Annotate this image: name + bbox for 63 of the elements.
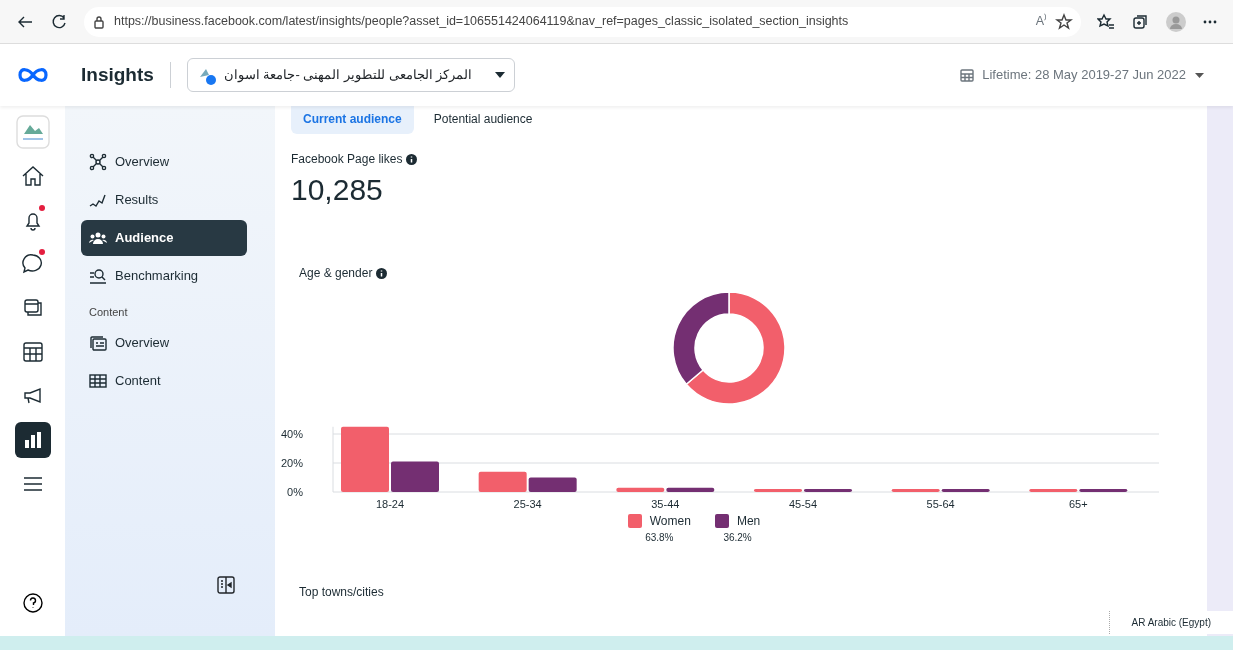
legend-label: Men (736, 513, 761, 530)
section-label: Content (88, 305, 129, 320)
help-icon (21, 591, 44, 614)
audience-tab[interactable]: Potential audience (421, 106, 545, 134)
bar (478, 471, 527, 492)
axis-label: 45-54 (788, 498, 818, 510)
star-add-icon (1055, 12, 1073, 31)
list-search-icon (89, 267, 107, 285)
more-icon (1203, 19, 1217, 24)
sidebar-item[interactable]: Audience (81, 220, 247, 256)
lock-icon (92, 14, 106, 29)
table-icon (89, 371, 107, 390)
info-icon (376, 267, 388, 279)
date-range-selector[interactable]: Lifetime: 28 May 2019-27 Jun 2022 (956, 61, 1209, 89)
info-icon (406, 153, 418, 165)
legend-share: 36.2% (723, 531, 752, 545)
bar (391, 461, 439, 492)
panel-collapse-icon (217, 575, 235, 594)
legend-share: 63.8% (645, 531, 674, 545)
axis-label: 40% (280, 428, 303, 440)
calendar-icon (960, 68, 975, 82)
bar (754, 489, 802, 492)
legend-label: Women (649, 513, 691, 530)
network-icon (89, 153, 107, 171)
sidebar-item[interactable]: Content (81, 362, 247, 399)
axis-label: 20% (280, 457, 303, 469)
sidebar-item[interactable]: Overview (81, 324, 247, 361)
read-aloud-icon[interactable]: A⁾ (1035, 12, 1047, 31)
collections-icon (1131, 12, 1149, 31)
language-tooltip: AR Arabic (Egypt) (1108, 611, 1233, 634)
cards-icon (89, 333, 107, 352)
axis-label: 65+ (1069, 498, 1088, 510)
page-selector[interactable]: المركز الجامعى للتطوير المهنى -جامعة اسوان (186, 58, 515, 92)
metric-value: 10,285 (291, 172, 384, 208)
axis-label: 0% (287, 486, 303, 498)
bar (341, 426, 389, 492)
bar-chart-button[interactable] (14, 422, 51, 458)
infinity-logo-icon (16, 66, 49, 84)
page-logo-icon (14, 114, 51, 150)
axis-label: 55-64 (926, 498, 955, 510)
notification-dot (38, 249, 45, 255)
reload-icon (50, 12, 68, 31)
bar (528, 477, 577, 492)
axis-label: 25-34 (513, 498, 542, 510)
sidebar-item[interactable]: Overview (81, 144, 247, 180)
profile-icon (1165, 10, 1187, 33)
favorites-icon (1097, 12, 1115, 31)
axis-label: 35-44 (651, 498, 680, 510)
metric-label: Facebook Page likes (291, 151, 403, 168)
notification-dot (38, 205, 45, 211)
bar (804, 489, 852, 492)
axis-label: 18-24 (375, 498, 405, 510)
sidebar-item[interactable]: Results (81, 182, 247, 218)
audience-tab[interactable]: Current audience (291, 106, 414, 134)
url-text: https://business.facebook.com/latest/insights/people?asset_id=106551424064119&nav_ref=pages_classic_isolated_section_insights (114, 13, 849, 31)
app-title: Insights (81, 62, 154, 87)
section-title: Top towns/cities (298, 584, 385, 601)
chart-title: Age & gender (299, 265, 373, 282)
caret-icon (493, 71, 506, 79)
address-bar[interactable]: https://business.facebook.com/latest/insights/people?asset_id=106551424064119&nav_ref=pages_classic_isolated_section_insights A⁾ (84, 6, 1081, 37)
page-logo-button[interactable] (14, 114, 51, 150)
caret-icon (1194, 71, 1205, 79)
sidebar-item[interactable]: Benchmarking (81, 258, 247, 294)
